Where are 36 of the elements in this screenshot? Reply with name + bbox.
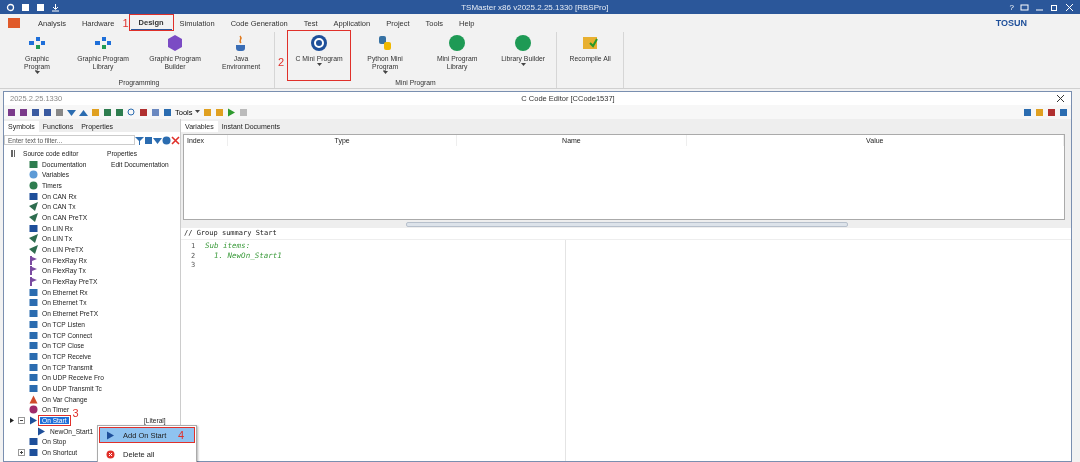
monitor-icon[interactable] bbox=[1020, 2, 1029, 12]
highlight-frame bbox=[128, 14, 174, 31]
caret-icon bbox=[194, 110, 200, 114]
clear-icon[interactable] bbox=[171, 135, 180, 145]
collapse-icon[interactable] bbox=[18, 417, 25, 425]
search-icon[interactable] bbox=[127, 107, 136, 117]
refresh-icon[interactable] bbox=[162, 135, 171, 145]
step-number: 3 bbox=[72, 408, 79, 420]
close-icon[interactable] bbox=[1056, 94, 1065, 103]
download-icon[interactable] bbox=[51, 2, 60, 12]
run-icon[interactable] bbox=[226, 107, 236, 117]
highlight-frame bbox=[38, 415, 71, 427]
restore-icon[interactable] bbox=[1050, 2, 1059, 12]
expand-icon[interactable] bbox=[18, 449, 25, 457]
down-arrow-icon[interactable] bbox=[67, 107, 76, 117]
flag-icon bbox=[29, 266, 38, 276]
c-program-icon bbox=[310, 34, 329, 52]
step-number: 2 bbox=[278, 55, 285, 68]
recompile-program-icon bbox=[581, 34, 600, 52]
current-row-icon bbox=[10, 418, 14, 424]
step-number: 4 bbox=[177, 430, 184, 441]
step-number: 1 bbox=[122, 17, 129, 29]
flag-icon bbox=[29, 277, 38, 287]
triangle-icon bbox=[29, 394, 38, 404]
stop-icon bbox=[29, 437, 38, 447]
play-icon bbox=[106, 430, 115, 440]
splitter-handle[interactable] bbox=[406, 222, 848, 227]
flag-icon bbox=[29, 255, 38, 265]
help-button[interactable]: ? bbox=[1009, 2, 1014, 12]
window-title: TSMaster x86 v2025.2.25.1330 [RBSPro] bbox=[460, 2, 610, 12]
app-logo bbox=[8, 18, 20, 28]
collapse-all-icon[interactable] bbox=[153, 135, 162, 145]
highlight-frame bbox=[287, 30, 352, 81]
delete-icon bbox=[106, 449, 115, 459]
up-arrow-icon[interactable] bbox=[79, 107, 88, 117]
brand-logo: TOSUN bbox=[995, 18, 1027, 28]
